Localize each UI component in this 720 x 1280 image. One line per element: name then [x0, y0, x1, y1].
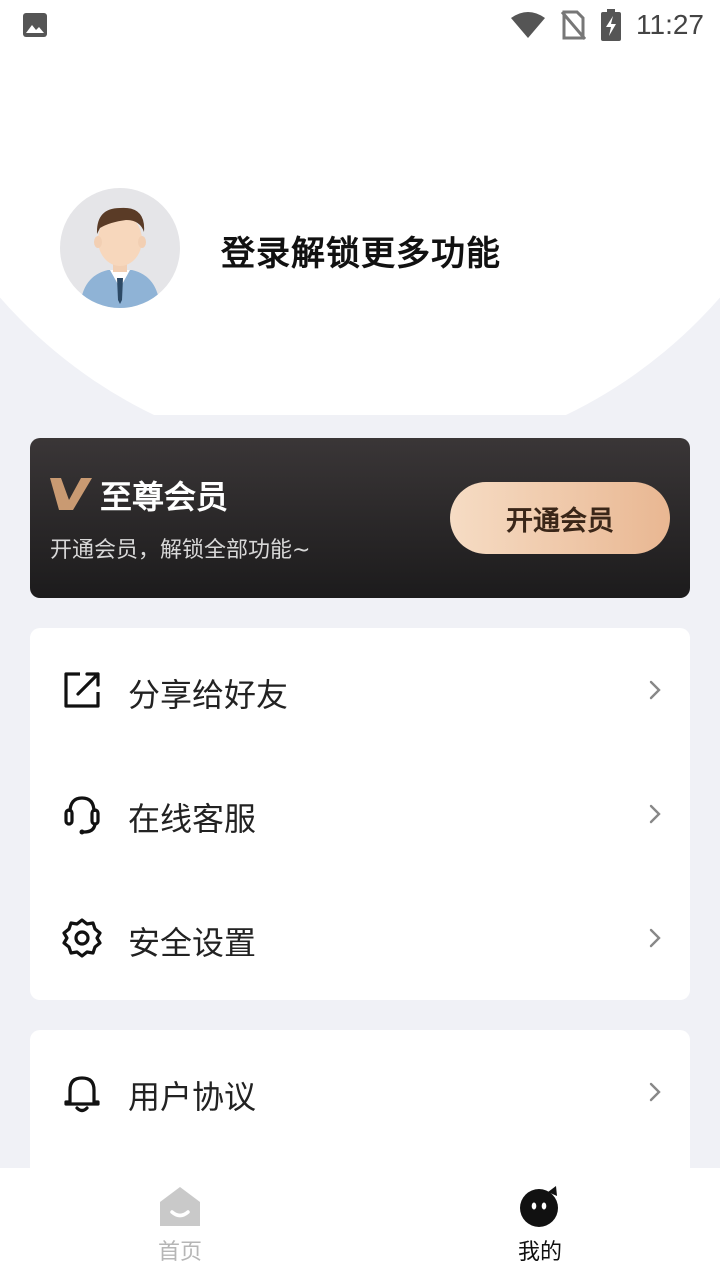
clock-time: 11:27 [636, 9, 704, 40]
menu-item-share[interactable]: 分享给好友 [30, 628, 690, 752]
tab-label: 首页 [157, 1240, 202, 1265]
share-icon [64, 672, 100, 708]
home-icon [160, 1187, 200, 1226]
tab-mine[interactable]: 我的 [360, 1168, 720, 1280]
chevron-right-icon [649, 1082, 661, 1102]
menu-card: 用户协议 [30, 1030, 690, 1190]
chevron-right-icon [649, 804, 661, 824]
avatar[interactable] [60, 188, 180, 308]
menu-item-label: 用户协议 [128, 1078, 257, 1116]
menu-item-label: 安全设置 [128, 924, 257, 962]
vip-subtitle: 开通会员，解锁全部功能~ [50, 538, 311, 563]
chevron-right-icon [649, 680, 661, 700]
menu-item-label: 分享给好友 [128, 676, 289, 714]
wifi-icon [511, 12, 545, 38]
menu-item-label: 在线客服 [128, 800, 257, 838]
bottom-tab-bar: 首页 我的 [0, 1168, 720, 1280]
bell-icon [64, 1076, 100, 1113]
image-icon [23, 13, 47, 37]
vip-card: 至尊会员 开通会员，解锁全部功能~ 开通会员 [30, 438, 690, 598]
login-prompt[interactable]: 登录解锁更多功能 [221, 226, 501, 275]
mine-icon [520, 1186, 558, 1227]
tab-home[interactable]: 首页 [0, 1168, 360, 1280]
open-vip-button[interactable]: 开通会员 [450, 482, 670, 554]
tab-label: 我的 [517, 1240, 562, 1265]
gear-icon [62, 918, 102, 958]
menu-item-user-agreement[interactable]: 用户协议 [30, 1030, 690, 1154]
no-sim-icon [560, 10, 586, 40]
vip-title: 至尊会员 [100, 478, 229, 516]
chevron-right-icon [649, 928, 661, 948]
menu-card: 分享给好友 在线客服 安全设置 [30, 628, 690, 1000]
status-bar: 11:27 [0, 0, 720, 50]
menu-item-security[interactable]: 安全设置 [30, 876, 690, 1000]
user-avatar-icon [80, 207, 160, 308]
headset-icon [64, 796, 100, 835]
menu-item-customer-service[interactable]: 在线客服 [30, 752, 690, 876]
battery-charging-icon [601, 9, 621, 41]
vip-logo-icon [50, 478, 92, 510]
